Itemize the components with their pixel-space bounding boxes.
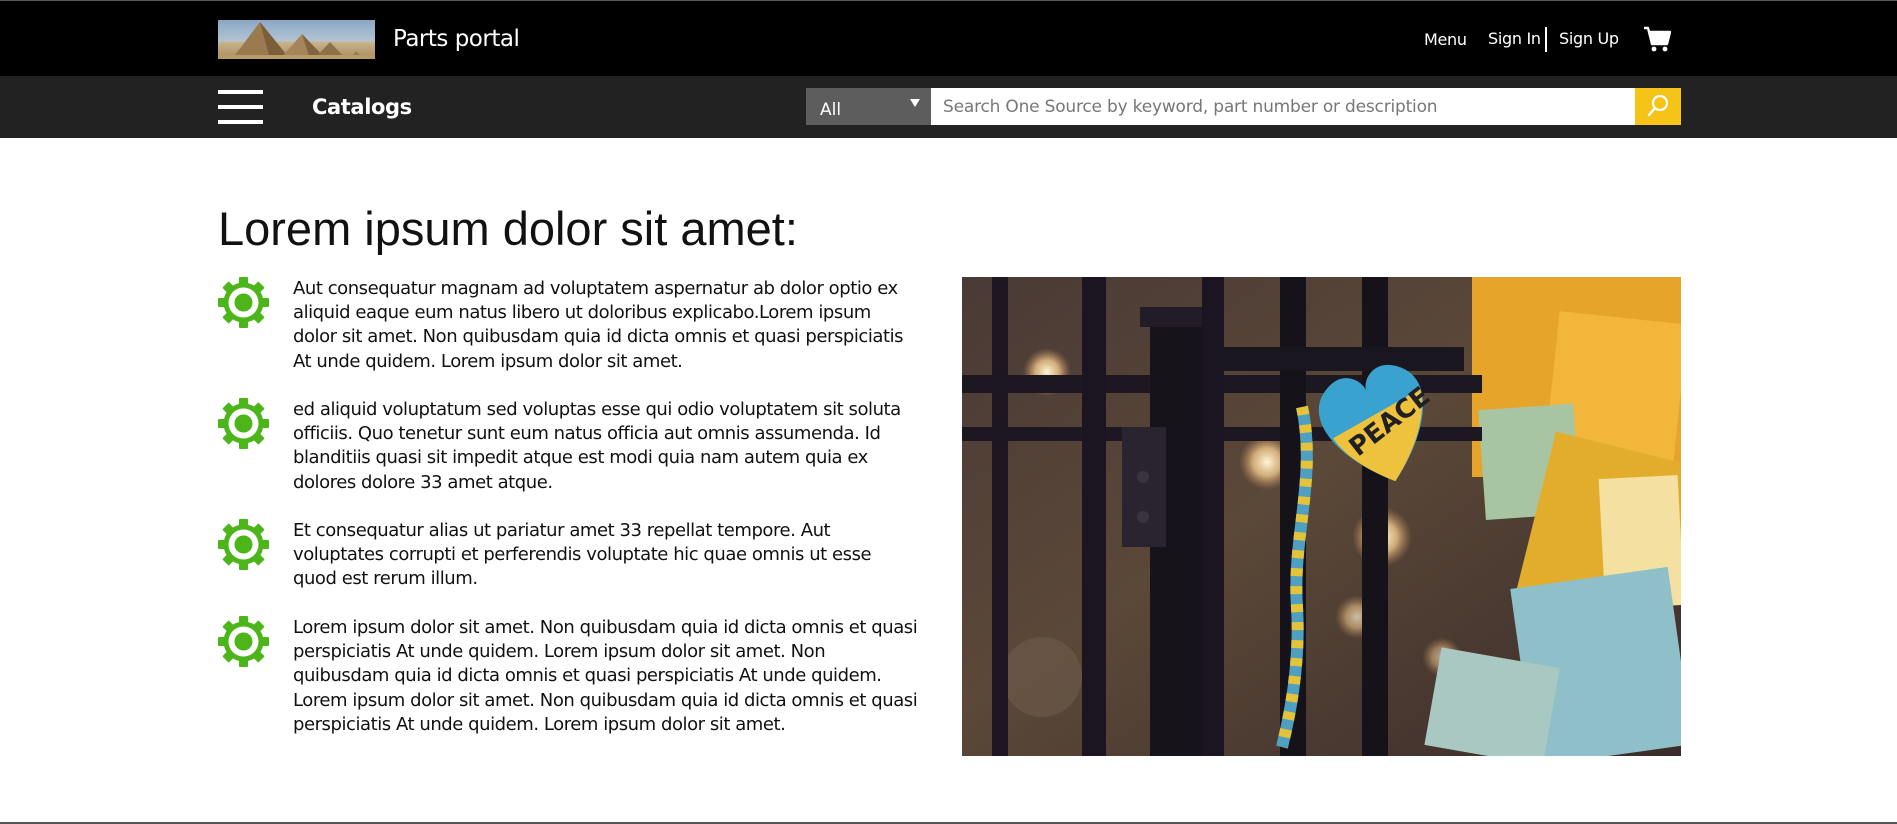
page-heading: Lorem ipsum dolor sit amet: <box>218 202 798 255</box>
nav-divider <box>1545 27 1547 52</box>
feature-text: ed aliquid voluptatum sed voluptas esse … <box>293 399 901 493</box>
search-button[interactable] <box>1635 88 1681 125</box>
hamburger-icon[interactable] <box>218 90 263 124</box>
feature-text: Lorem ipsum dolor sit amet. Non quibusda… <box>293 617 918 735</box>
site-logo[interactable] <box>218 20 375 59</box>
catalog-bar: Catalogs All <box>0 76 1897 138</box>
chevron-down-icon <box>910 99 920 107</box>
gear-icon <box>218 398 269 449</box>
hero-photo: PEACE <box>962 277 1681 756</box>
site-name[interactable]: Parts portal <box>393 25 520 53</box>
menu-link[interactable]: Menu <box>1424 30 1467 50</box>
search-scope-value: All <box>820 100 842 120</box>
catalogs-link[interactable]: Catalogs <box>312 94 412 120</box>
feature-text: Aut consequatur magnam ad voluptatem asp… <box>293 278 904 372</box>
search-input[interactable] <box>931 88 1635 125</box>
sign-up-link[interactable]: Sign Up <box>1559 29 1619 49</box>
feature-text: Et consequatur alias ut pariatur amet 33… <box>293 520 872 590</box>
search-icon <box>1647 94 1669 117</box>
sign-in-link[interactable]: Sign In <box>1488 29 1541 49</box>
gear-icon <box>218 616 269 667</box>
gear-icon <box>218 277 269 328</box>
shopping-cart-icon[interactable] <box>1643 25 1672 53</box>
gear-icon <box>218 519 269 570</box>
search-scope-select[interactable]: All <box>806 88 931 125</box>
top-header: Parts portal Menu Sign In Sign Up <box>0 0 1897 76</box>
